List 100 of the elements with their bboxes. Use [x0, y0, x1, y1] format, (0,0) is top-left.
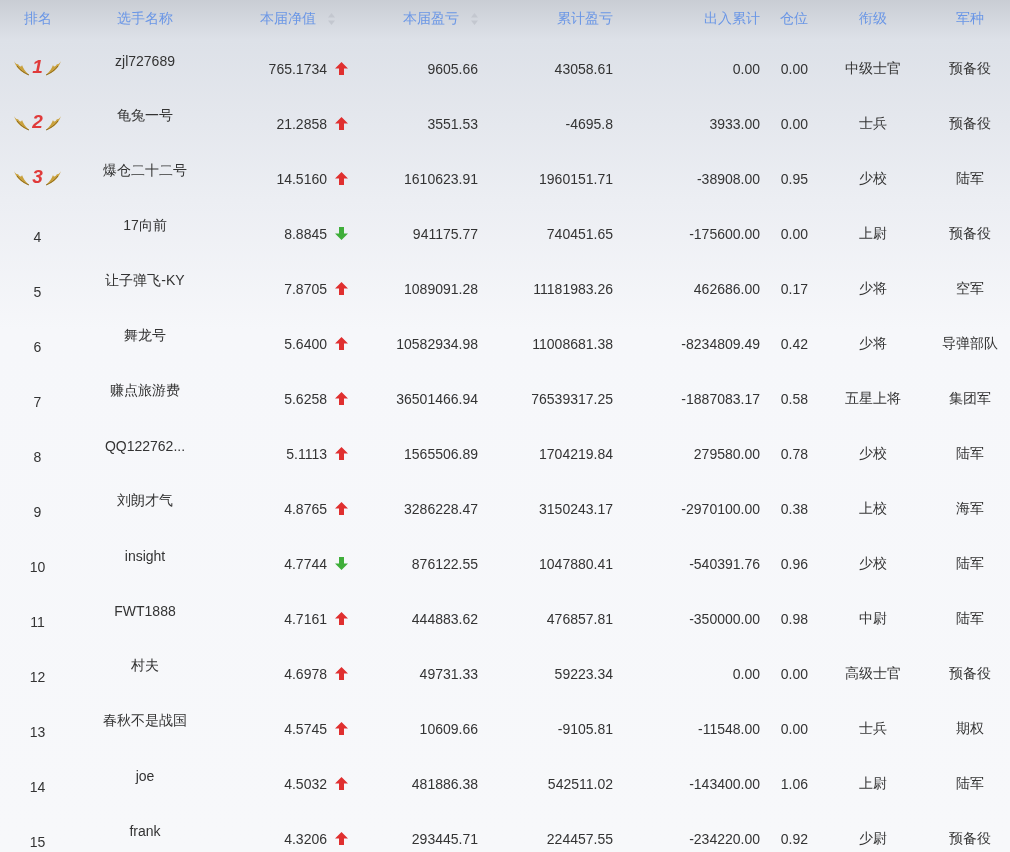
- table-cell: -540391.76: [689, 555, 760, 572]
- table-cell: 3150243.17: [539, 500, 613, 517]
- column-header: 衔级: [858, 9, 887, 28]
- table-cell: 0.78: [780, 445, 808, 462]
- table-cell: 0.00: [732, 60, 760, 77]
- table-cell: 上尉: [858, 774, 887, 793]
- table-cell: 1.06: [780, 775, 808, 792]
- player-name[interactable]: zjl727689: [115, 52, 175, 69]
- rank-number: 10: [29, 558, 46, 575]
- rank-number: 8: [33, 448, 42, 465]
- net-value: 14.5160: [276, 170, 327, 187]
- table-cell: 11008681.38: [532, 335, 613, 352]
- net-value: 8.8845: [284, 225, 327, 242]
- table-cell: 876122.55: [411, 555, 478, 572]
- table-cell: 3933.00: [709, 115, 760, 132]
- net-value: 5.6400: [284, 335, 327, 352]
- rank-number: 5: [33, 283, 42, 300]
- player-name[interactable]: 春秋不是战国: [103, 711, 187, 730]
- table-cell: 预备役: [949, 59, 991, 78]
- net-value: 4.3206: [284, 830, 327, 847]
- table-cell: 中级士官: [844, 59, 901, 78]
- rank-number: 3: [32, 165, 43, 188]
- table-cell: 0.95: [780, 170, 808, 187]
- table-cell: 10582934.98: [396, 335, 478, 352]
- table-cell: 预备役: [949, 829, 991, 848]
- table-cell: 少将: [858, 279, 887, 298]
- rank-number: 1: [32, 55, 43, 78]
- table-cell: 462686.00: [693, 280, 760, 297]
- net-value: 7.8705: [284, 280, 327, 297]
- table-cell: 0.00: [780, 720, 808, 737]
- table-cell: 0.38: [780, 500, 808, 517]
- table-cell: 0.00: [780, 225, 808, 242]
- table-cell: 941175.77: [412, 225, 478, 242]
- table-cell: -1887083.17: [681, 390, 760, 407]
- table-cell: 高级士官: [844, 664, 901, 683]
- table-cell: -4695.8: [565, 115, 613, 132]
- table-cell: 10609.66: [419, 720, 478, 737]
- player-name[interactable]: FWT1888: [114, 602, 176, 619]
- table-cell: 0.00: [732, 665, 760, 682]
- table-cell: 少尉: [858, 829, 887, 848]
- table-cell: 士兵: [858, 114, 887, 133]
- table-cell: 空军: [956, 279, 984, 298]
- rank-number: 11: [30, 613, 45, 630]
- player-name[interactable]: 17向前: [123, 216, 167, 235]
- table-cell: -11548.00: [698, 720, 760, 737]
- table-cell: 59223.34: [554, 665, 613, 682]
- table-cell: 士兵: [858, 719, 887, 738]
- net-value: 765.1734: [268, 60, 327, 77]
- rank-number: 15: [29, 833, 46, 850]
- player-name[interactable]: 龟兔一号: [117, 106, 173, 125]
- table-cell: 五星上将: [844, 389, 901, 408]
- net-value: 21.2858: [276, 115, 327, 132]
- net-value: 4.8765: [284, 500, 327, 517]
- player-name[interactable]: joe: [135, 767, 155, 784]
- table-cell: 预备役: [949, 224, 991, 243]
- player-name[interactable]: 赚点旅游费: [110, 381, 180, 400]
- table-cell: 1960151.71: [539, 170, 613, 187]
- table-cell: 49731.33: [419, 665, 478, 682]
- rank-number: 9: [33, 503, 42, 520]
- player-name[interactable]: 村夫: [131, 656, 159, 675]
- column-header: 军种: [956, 9, 984, 28]
- table-cell: 预备役: [949, 114, 991, 133]
- column-header: 仓位: [780, 9, 808, 28]
- table-cell: 1610623.91: [404, 170, 478, 187]
- rank-number: 6: [33, 338, 42, 355]
- table-cell: 43058.61: [554, 60, 613, 77]
- table-cell: -350000.00: [689, 610, 760, 627]
- table-cell: 9605.66: [427, 60, 478, 77]
- table-cell: 陆军: [956, 609, 984, 628]
- rank-number: 13: [29, 723, 46, 740]
- net-value: 4.7161: [284, 610, 327, 627]
- column-header: 排名: [23, 9, 52, 28]
- table-cell: 0.00: [780, 665, 808, 682]
- rank-number: 4: [33, 228, 42, 245]
- table-cell: 导弹部队: [942, 334, 998, 353]
- rank-number: 14: [29, 778, 46, 795]
- table-cell: 少校: [858, 169, 887, 188]
- table-cell: 0.96: [780, 555, 808, 572]
- player-name[interactable]: 让子弹飞-KY: [105, 271, 185, 290]
- table-cell: 1047880.41: [539, 555, 613, 572]
- player-name[interactable]: 爆仓二十二号: [103, 161, 187, 180]
- player-name[interactable]: 舞龙号: [124, 326, 166, 345]
- player-name[interactable]: 刘朗才气: [117, 491, 173, 510]
- player-name[interactable]: insight: [124, 547, 166, 564]
- table-cell: -9105.81: [557, 720, 613, 737]
- player-name[interactable]: QQ122762...: [104, 437, 186, 454]
- column-header: 出入累计: [704, 9, 760, 28]
- table-cell: 0.42: [780, 335, 808, 352]
- table-cell: 预备役: [949, 664, 991, 683]
- table-cell: 期权: [956, 719, 984, 738]
- column-header: 选手名称: [117, 9, 173, 28]
- table-cell: 陆军: [956, 554, 984, 573]
- rank-number: 2: [32, 110, 43, 133]
- table-cell: 0.17: [780, 280, 808, 297]
- net-value: 4.5745: [284, 720, 327, 737]
- player-name[interactable]: frank: [129, 822, 161, 839]
- table-cell: 0.58: [780, 390, 808, 407]
- net-value: 4.7744: [284, 555, 327, 572]
- rank-number: 7: [33, 393, 42, 410]
- net-value: 5.6258: [284, 390, 327, 407]
